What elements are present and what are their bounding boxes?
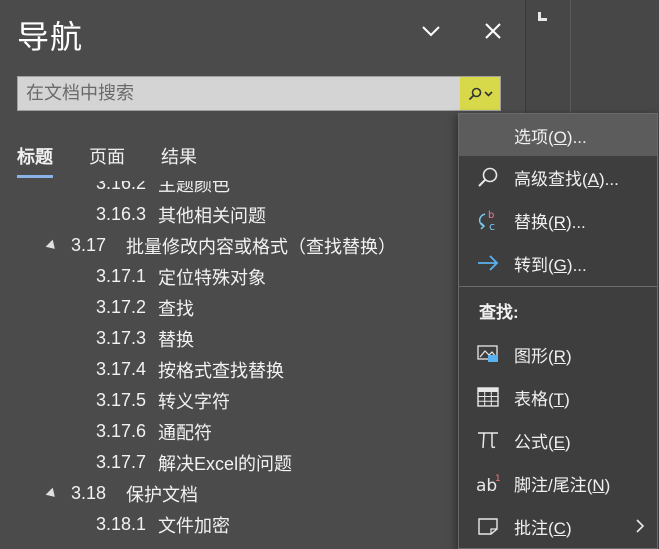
menu-item-footnote[interactable]: ab 1 脚注/尾注(N) (459, 462, 657, 504)
outline-item-text: 保护文档 (126, 484, 199, 505)
menu-item-advanced-find[interactable]: 高级查找(A)... (459, 156, 657, 198)
outline-item-text: 通配符 (158, 422, 213, 443)
search-button[interactable] (460, 77, 500, 110)
outline-item[interactable]: 3.17.5 转义字符 (96, 385, 230, 416)
outline-item-text: 解决Excel的问题 (158, 453, 293, 474)
outline-item-number: 3.18 (71, 483, 107, 503)
menu-item-options[interactable]: 选项(O)... (459, 114, 657, 156)
outline-item-text: 定位特殊对象 (158, 267, 267, 288)
outline-item[interactable]: 3.18 保护文档 (45, 478, 199, 509)
outline-item[interactable]: 3.17.2 查找 (96, 292, 194, 323)
search-box (17, 76, 501, 111)
menu-item-replace[interactable]: b c 替换(R)... (459, 199, 657, 241)
close-icon[interactable] (478, 16, 508, 46)
search-input[interactable] (18, 77, 458, 110)
tab-results[interactable]: 结果 (161, 143, 197, 179)
navigation-pane: 导航 标题 页面 结果 3.16.2 主题颜色 3.16.3 其他相关问题 3.17 批量… (0, 0, 525, 549)
outline-item[interactable]: 3.16.2 主题颜色 (96, 181, 230, 199)
outline-item-number: 3.16.2 (96, 181, 147, 193)
menu-item-comment[interactable]: 批注(C) (459, 505, 657, 547)
outline-item[interactable]: 3.17.6 通配符 (96, 416, 212, 447)
pane-title: 导航 (17, 19, 84, 55)
outline-item-number: 3.17.4 (96, 359, 147, 379)
outline-item-number: 3.17.5 (96, 390, 147, 410)
tab-pages[interactable]: 页面 (89, 143, 125, 179)
find-section-header: 查找: (479, 303, 519, 322)
search-icon (468, 87, 481, 100)
svg-text:1: 1 (495, 474, 501, 484)
outline-item[interactable]: 3.17.7 解决Excel的问题 (96, 447, 292, 478)
outline-item-number: 3.17.3 (96, 328, 147, 348)
equation-icon (475, 427, 501, 453)
outline-item-number: 3.16.3 (96, 204, 147, 224)
tab-stop-marker[interactable] (538, 10, 548, 21)
outline-item[interactable]: 3.17.3 替换 (96, 323, 194, 354)
menu-separator (459, 286, 657, 287)
outline-item-number: 3.17.7 (96, 452, 147, 472)
outline-item[interactable]: 3.18.1 文件加密 (96, 509, 230, 540)
chevron-right-icon (636, 519, 645, 533)
arrow-right-icon (475, 250, 501, 276)
outline-item[interactable]: 3.17.1 定位特殊对象 (96, 261, 266, 292)
chevron-down-icon[interactable] (416, 16, 446, 46)
outline-item[interactable]: 3.17 批量修改内容或格式（查找替换） (45, 230, 397, 261)
outline-item-text: 查找 (158, 298, 195, 319)
outline-list: 3.16.2 主题颜色 3.16.3 其他相关问题 3.17 批量修改内容或格式（查找替换… (0, 181, 525, 549)
outline-item-text: 其他相关问题 (158, 205, 267, 226)
outline-item-text: 替换 (158, 329, 195, 350)
outline-item-text: 按格式查找替换 (158, 360, 285, 381)
outline-item[interactable]: 3.17.4 按格式查找替换 (96, 354, 284, 385)
table-icon (475, 384, 501, 410)
outline-item-number: 3.18.1 (96, 514, 147, 534)
chevron-down-icon (483, 91, 493, 97)
outline-item-text: 批量修改内容或格式（查找替换） (126, 236, 397, 257)
outline-item[interactable]: 3.16.3 其他相关问题 (96, 199, 266, 230)
search-options-menu: 选项(O)... 高级查找(A)... b c 替换(R)... 转到(G)..… (458, 113, 658, 549)
footnote-icon: ab 1 (475, 470, 501, 496)
svg-text:c: c (489, 220, 495, 232)
outline-item-number: 3.17 (71, 235, 107, 255)
tab-headings[interactable]: 标题 (17, 143, 53, 179)
menu-item-table[interactable]: 表格(T) (459, 376, 657, 418)
collapse-triangle-icon[interactable] (45, 487, 59, 501)
graphics-icon (475, 341, 501, 367)
outline-item-text: 文件加密 (158, 515, 231, 536)
comment-icon (475, 513, 501, 539)
pane-tabs: 标题 页面 结果 (17, 143, 233, 179)
replace-icon: b c (475, 207, 501, 233)
menu-item-graphics[interactable]: 图形(R) (459, 333, 657, 375)
outline-item-text: 主题颜色 (158, 181, 231, 195)
search-icon (475, 164, 501, 190)
outline-item-text: 转义字符 (158, 391, 231, 412)
outline-item-number: 3.17.2 (96, 297, 147, 317)
menu-item-goto[interactable]: 转到(G)... (459, 242, 657, 284)
collapse-triangle-icon[interactable] (45, 239, 59, 253)
outline-item-number: 3.17.6 (96, 421, 147, 441)
menu-item-equation[interactable]: 公式(E) (459, 419, 657, 461)
outline-item-number: 3.17.1 (96, 266, 147, 286)
